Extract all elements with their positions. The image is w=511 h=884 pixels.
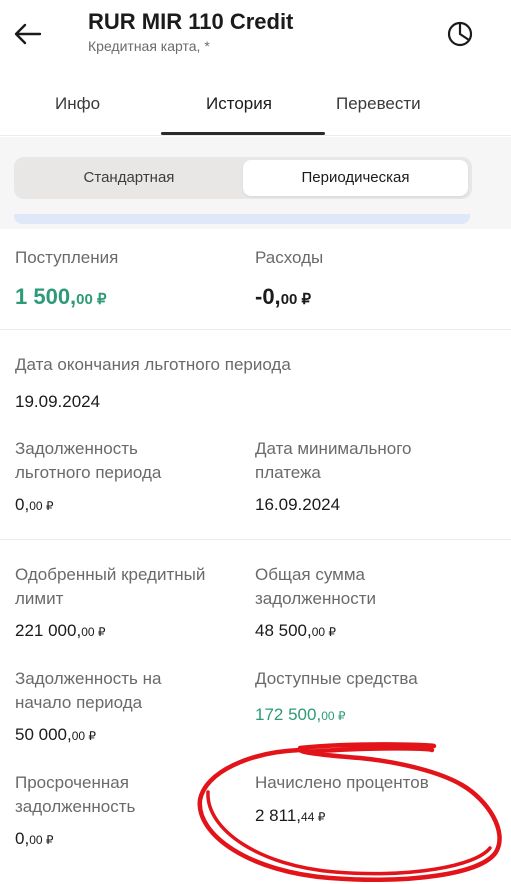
account-subtitle: Кредитная карта, *: [88, 38, 210, 54]
tab-info[interactable]: Инфо: [55, 94, 100, 114]
grace-end-label: Дата окончания льготного периода: [15, 355, 291, 374]
divider: [0, 329, 511, 330]
pie-chart-icon[interactable]: [446, 20, 474, 48]
accrued-interest-label: Начислено процентов: [255, 773, 429, 792]
segment-standard[interactable]: Стандартная: [17, 160, 241, 196]
min-payment-date-value: 16.09.2024: [255, 495, 341, 514]
start-debt-label: Задолженность на начало периода: [15, 669, 162, 712]
arrow-left-icon[interactable]: [12, 18, 44, 50]
total-debt-value: 48 500,00 ₽: [255, 621, 337, 640]
divider: [0, 539, 511, 540]
grace-debt-label: Задолженность льготного периода: [15, 439, 162, 482]
available-funds-label: Доступные средства: [255, 669, 418, 688]
account-title: RUR MIR 110 Credit: [88, 9, 294, 34]
grace-debt-value: 0,00 ₽: [15, 495, 54, 514]
income-value: 1 500,00 ₽: [15, 284, 107, 309]
expense-label: Расходы: [255, 248, 324, 267]
accrued-interest-value: 2 811,44 ₽: [255, 806, 326, 825]
expense-value: -0,00 ₽: [255, 284, 312, 309]
tab-transfer[interactable]: Перевести: [336, 94, 421, 114]
active-tab-indicator: [161, 132, 325, 135]
tab-bar: Инфо История Перевести: [0, 80, 511, 136]
overdue-debt-value: 0,00 ₽: [15, 829, 54, 848]
segment-periodic[interactable]: Периодическая: [243, 160, 468, 196]
grace-end-value: 19.09.2024: [15, 392, 101, 411]
total-debt-label: Общая сумма задолженности: [255, 565, 377, 608]
credit-limit-value: 221 000,00 ₽: [15, 621, 106, 640]
app-header: RUR MIR 110 Credit Кредитная карта, *: [0, 0, 511, 80]
min-payment-date-label: Дата минимального платежа: [255, 439, 412, 482]
income-label: Поступления: [15, 248, 119, 267]
start-debt-value: 50 000,00 ₽: [15, 725, 97, 744]
overdue-debt-label: Просроченная задолженность: [15, 773, 136, 816]
available-funds-value: 172 500,00 ₽: [255, 705, 346, 724]
info-bar: [14, 214, 470, 224]
period-segmented-control: Стандартная Периодическая: [14, 157, 472, 199]
credit-limit-label: Одобренный кредитный лимит: [15, 565, 206, 608]
tab-history[interactable]: История: [206, 94, 272, 114]
